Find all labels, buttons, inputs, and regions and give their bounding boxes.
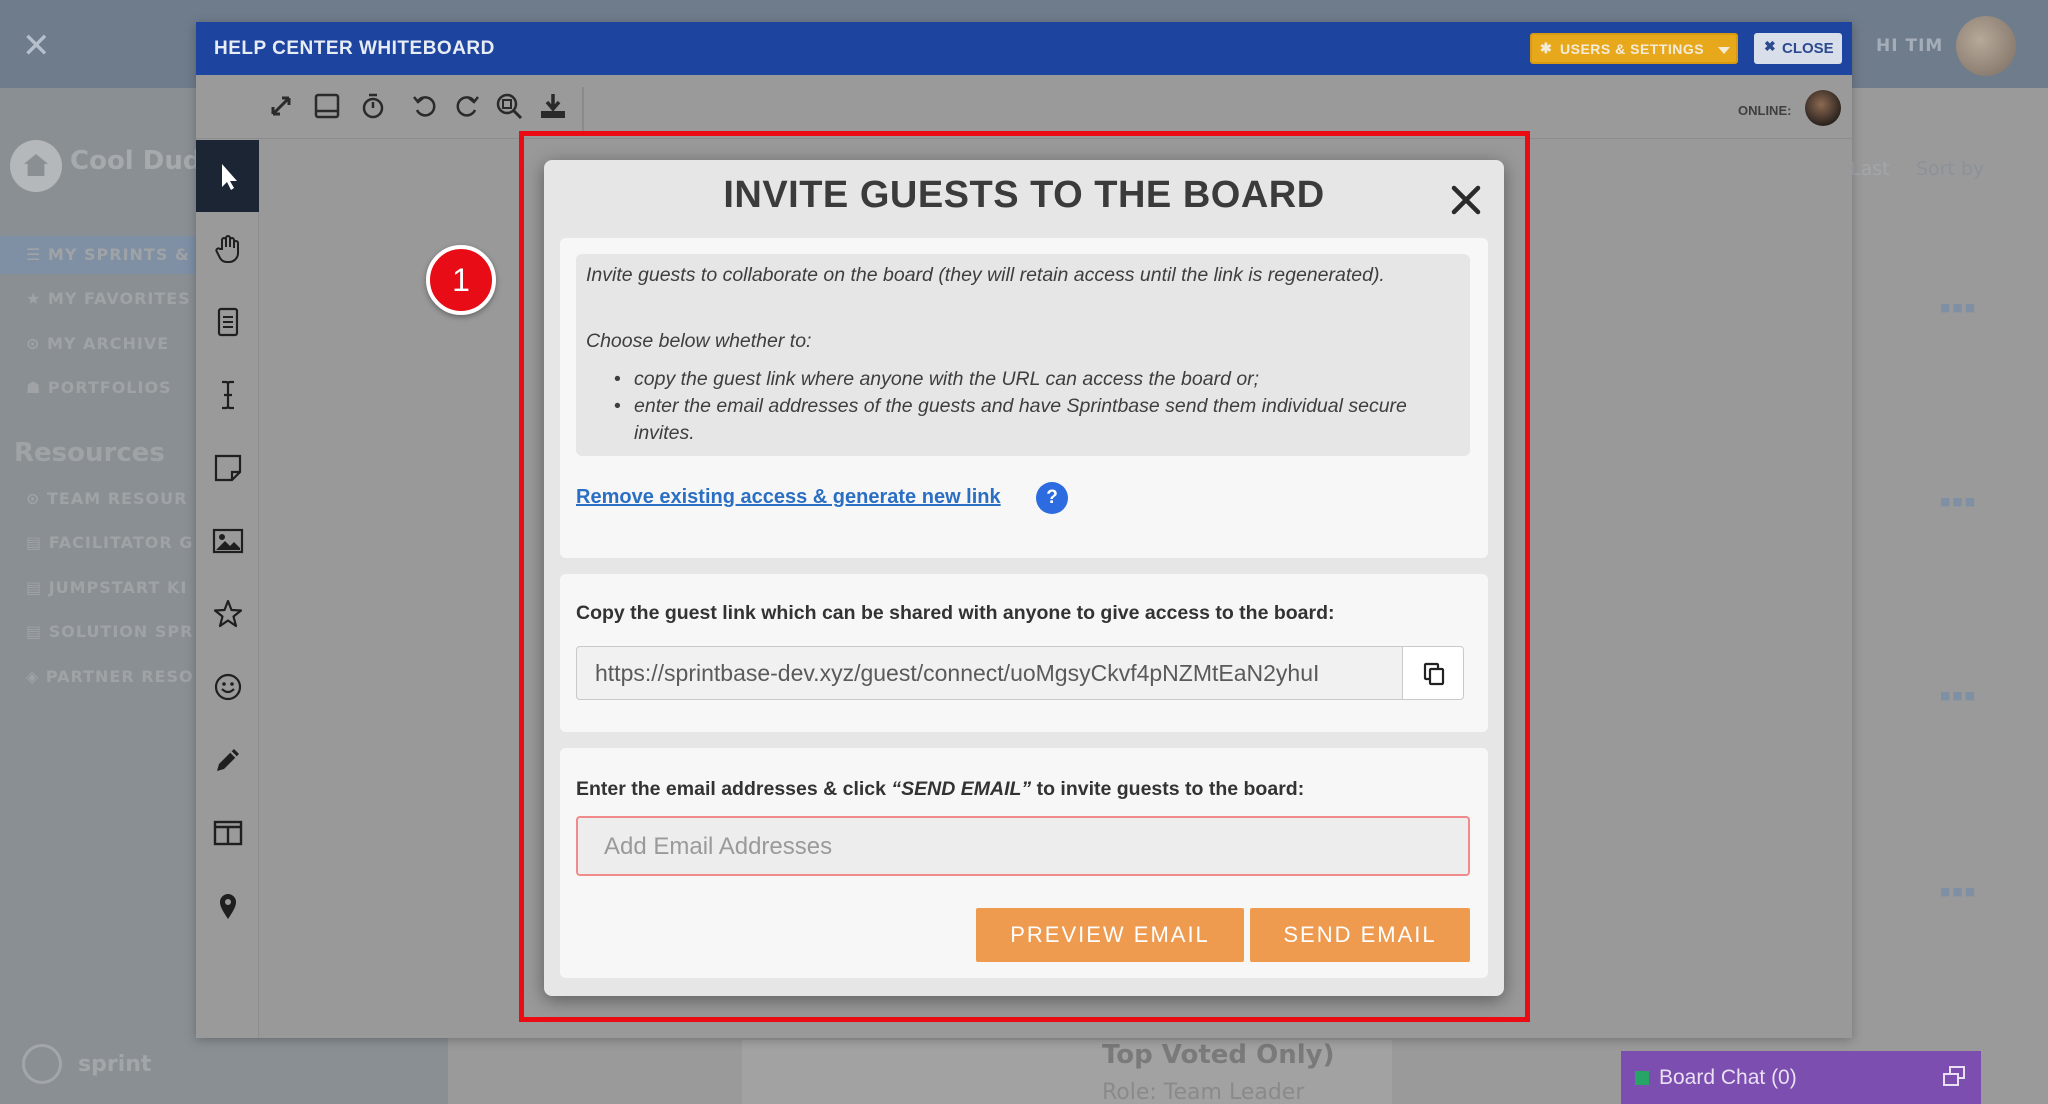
background-sidebar-item: ☰ MY SPRINTS & xyxy=(26,245,190,264)
redo-icon[interactable] xyxy=(452,91,482,121)
regenerate-link[interactable]: Remove existing access & generate new li… xyxy=(576,486,1001,509)
background-sidebar-item: ⊙ MY ARCHIVE xyxy=(26,334,170,353)
background-sidebar-item: ★ MY FAVORITES xyxy=(26,289,191,308)
copy-link-label: Copy the guest link which can be shared … xyxy=(576,602,1335,624)
background-more-icon xyxy=(1940,684,1976,694)
step-number-badge: 1 xyxy=(426,245,496,315)
pencil-icon[interactable] xyxy=(196,724,259,796)
tablet-icon[interactable] xyxy=(312,91,342,121)
board-chat-label: Board Chat (0) xyxy=(1659,1066,1797,1089)
document-icon[interactable] xyxy=(196,286,259,358)
info-panel: Invite guests to collaborate on the boar… xyxy=(560,238,1488,558)
background-last-label: Last xyxy=(1850,158,1890,180)
background-resource-item: ⊙ TEAM RESOUR xyxy=(26,489,188,508)
close-icon[interactable] xyxy=(1446,180,1486,220)
text-cursor-icon[interactable] xyxy=(196,359,259,431)
background-more-icon xyxy=(1940,880,1976,890)
send-email-button[interactable]: SEND EMAIL xyxy=(1250,908,1470,962)
background-sort-label: Sort by xyxy=(1916,158,1985,180)
smiley-icon[interactable] xyxy=(196,651,259,723)
toolbar-divider xyxy=(582,87,584,131)
close-icon: ✖ xyxy=(1764,38,1776,54)
sticky-note-icon[interactable] xyxy=(196,432,259,504)
online-user-avatar[interactable] xyxy=(1805,90,1841,126)
background-logo-text: sprint xyxy=(78,1052,152,1077)
popout-window-icon[interactable] xyxy=(1941,1065,1967,1089)
close-whiteboard-button[interactable]: ✖ CLOSE xyxy=(1754,33,1842,64)
background-more-icon xyxy=(1940,490,1976,500)
zoom-fit-icon[interactable] xyxy=(494,91,524,121)
email-addresses-input[interactable]: Add Email Addresses xyxy=(576,816,1470,876)
chevron-down-icon xyxy=(1718,47,1730,54)
whiteboard-tool-sidebar xyxy=(196,139,259,1038)
email-invite-panel: Enter the email addresses & click “SEND … xyxy=(560,748,1488,978)
select-pointer-icon[interactable] xyxy=(196,140,259,212)
background-resource-item: ▤ JUMPSTART KI xyxy=(26,578,188,597)
info-box: Invite guests to collaborate on the boar… xyxy=(576,254,1470,456)
undo-icon[interactable] xyxy=(410,91,440,121)
background-more-icon xyxy=(1940,296,1976,306)
background-resource-item: ▤ SOLUTION SPR xyxy=(26,622,194,641)
invite-guests-modal: INVITE GUESTS TO THE BOARD Invite guests… xyxy=(544,160,1504,996)
users-settings-label: USERS & SETTINGS xyxy=(1560,41,1705,57)
hand-pan-icon[interactable] xyxy=(196,213,259,285)
users-settings-button[interactable]: ✱ USERS & SETTINGS xyxy=(1530,33,1738,64)
star-icon[interactable] xyxy=(196,578,259,650)
background-home-icon xyxy=(10,140,62,192)
option-bullet: enter the email addresses of the guests … xyxy=(614,393,1454,447)
background-resources-heading: Resources xyxy=(14,438,165,468)
intro-text: Invite guests to collaborate on the boar… xyxy=(586,264,1385,286)
background-card-title: Top Voted Only) xyxy=(1102,1040,1335,1070)
option-bullet: copy the guest link where anyone with th… xyxy=(614,366,1454,393)
background-close-icon: ✕ xyxy=(22,26,51,66)
background-sidebar-title: Cool Dud xyxy=(70,146,202,176)
copy-icon xyxy=(1423,662,1445,686)
guest-link-value: https://sprintbase-dev.xyz/guest/connect… xyxy=(595,660,1320,686)
copy-link-button[interactable] xyxy=(1402,646,1464,700)
gear-icon: ✱ xyxy=(1540,40,1552,56)
close-label: CLOSE xyxy=(1782,40,1834,57)
whiteboard-toolbar: ONLINE: xyxy=(196,75,1852,139)
timer-icon[interactable] xyxy=(358,91,388,121)
background-card-role: Role: Team Leader xyxy=(1102,1080,1305,1104)
columns-icon[interactable] xyxy=(196,797,259,869)
email-invite-label: Enter the email addresses & click “SEND … xyxy=(576,778,1305,800)
background-user-avatar xyxy=(1956,16,2016,76)
whiteboard-header: HELP CENTER WHITEBOARD ✱ USERS & SETTING… xyxy=(196,22,1852,75)
image-icon[interactable] xyxy=(196,505,259,577)
board-chat-bar[interactable]: Board Chat (0) xyxy=(1621,1051,1981,1104)
background-greeting: HI TIM xyxy=(1876,36,1944,56)
guest-link-field[interactable]: https://sprintbase-dev.xyz/guest/connect… xyxy=(576,646,1402,700)
copy-link-panel: Copy the guest link which can be shared … xyxy=(560,574,1488,732)
chat-status-indicator xyxy=(1635,1071,1649,1085)
modal-title: INVITE GUESTS TO THE BOARD xyxy=(723,174,1325,216)
background-resource-item: ◈ PARTNER RESO xyxy=(26,667,194,686)
online-label: ONLINE: xyxy=(1738,103,1792,118)
preview-email-button[interactable]: PREVIEW EMAIL xyxy=(976,908,1244,962)
download-icon[interactable] xyxy=(538,91,568,121)
help-icon[interactable]: ? xyxy=(1036,482,1068,514)
location-pin-icon[interactable] xyxy=(196,870,259,942)
whiteboard-title: HELP CENTER WHITEBOARD xyxy=(214,38,495,59)
expand-icon[interactable] xyxy=(266,91,296,121)
email-placeholder: Add Email Addresses xyxy=(604,833,833,860)
background-resource-item: ▤ FACILITATOR G xyxy=(26,533,194,552)
background-logo-icon xyxy=(22,1044,62,1084)
background-sidebar-item: ☗ PORTFOLIOS xyxy=(26,378,172,397)
choose-text: Choose below whether to: xyxy=(586,330,812,352)
